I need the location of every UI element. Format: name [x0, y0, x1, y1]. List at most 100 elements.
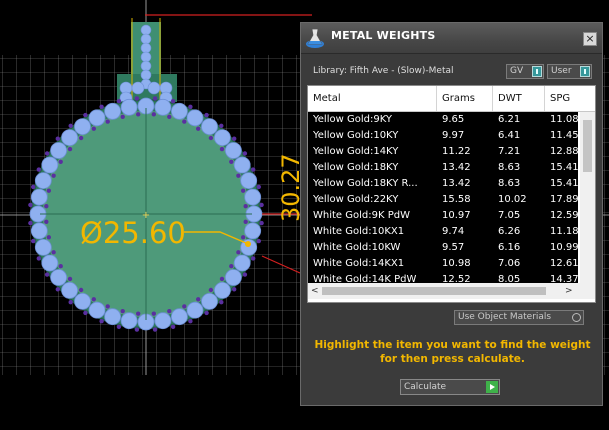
- table-header: Metal Grams DWT SPG: [308, 86, 595, 112]
- prong: [83, 112, 88, 118]
- prong: [188, 319, 193, 324]
- prong: [170, 324, 176, 329]
- table-row[interactable]: White Gold:10KX1 9.74 6.26 11.18: [308, 224, 579, 240]
- close-button[interactable]: ×: [583, 32, 597, 46]
- prong: [229, 264, 234, 269]
- prong: [152, 96, 158, 101]
- table-row[interactable]: White Gold:10KW 9.57 6.16 10.99: [308, 240, 579, 256]
- halo-stone: [244, 188, 262, 206]
- prong: [196, 297, 201, 302]
- prong: [188, 104, 193, 110]
- halo-stone: [154, 98, 172, 116]
- calculate-button[interactable]: Calculate: [400, 379, 500, 395]
- table-cell: 6.41: [498, 130, 521, 141]
- prong: [120, 309, 125, 314]
- gv-toggle[interactable]: GV: [506, 64, 544, 79]
- table-row[interactable]: Yellow Gold:18KY R... 13.42 8.63 15.41: [308, 176, 579, 192]
- table-row[interactable]: Yellow Gold:22KY 15.58 10.02 17.89: [308, 192, 579, 208]
- horizontal-scroll-thumb[interactable]: [322, 287, 546, 295]
- halo-stone: [120, 312, 138, 330]
- table-cell: 11.22: [442, 146, 471, 157]
- prong: [99, 104, 104, 110]
- column-header-grams[interactable]: Grams: [437, 86, 493, 111]
- prong: [68, 300, 73, 305]
- prong: [105, 119, 110, 124]
- table-cell: 13.42: [442, 162, 471, 173]
- dialog-title: METAL WEIGHTS: [331, 29, 436, 42]
- prong: [170, 99, 176, 104]
- prong: [44, 204, 49, 209]
- table-cell: Yellow Gold:18KY: [313, 162, 399, 173]
- prong: [241, 235, 246, 240]
- prong: [58, 264, 63, 269]
- prong: [251, 256, 256, 261]
- table-row[interactable]: White Gold:14KX1 10.98 7.06 12.61: [308, 256, 579, 272]
- prong: [219, 123, 224, 128]
- table-cell: 11.08: [550, 114, 579, 125]
- vertical-scrollbar[interactable]: [580, 112, 595, 283]
- table-cell: Yellow Gold:9KY: [313, 114, 392, 125]
- table-cell: 11.18: [550, 226, 579, 237]
- table-cell: 12.88: [550, 146, 579, 157]
- bail-stone: [140, 24, 152, 36]
- column-header-spg[interactable]: SPG: [545, 86, 595, 111]
- prong: [28, 202, 33, 208]
- prong: [51, 250, 56, 255]
- table-cell: 10.99: [550, 242, 579, 253]
- instructions-text: Highlight the item you want to find the …: [314, 339, 591, 365]
- table-row[interactable]: White Gold:9K PdW 10.97 7.05 12.59: [308, 208, 579, 224]
- toggle-switch-icon: [532, 66, 542, 77]
- table-cell: 6.16: [498, 242, 521, 253]
- use-object-materials-label: Use Object Materials: [458, 312, 552, 322]
- metal-weights-dialog: METAL WEIGHTS × Library: Fifth Ave - (Sl…: [300, 22, 603, 406]
- prong: [67, 276, 73, 282]
- use-object-materials-toggle[interactable]: Use Object Materials: [454, 310, 584, 325]
- halo-stone: [170, 308, 188, 326]
- prong: [44, 219, 49, 224]
- table-cell: Yellow Gold:10KY: [313, 130, 399, 141]
- halo-stone: [154, 312, 172, 330]
- halo-stone: [244, 222, 262, 240]
- scroll-left-icon[interactable]: <: [311, 286, 319, 296]
- halo-stone: [88, 109, 106, 127]
- halo-stone: [224, 269, 242, 286]
- scroll-right-icon[interactable]: >: [565, 286, 573, 296]
- vertical-scroll-thumb[interactable]: [583, 120, 592, 172]
- table-row[interactable]: Yellow Gold:10KY 9.97 6.41 11.45: [308, 128, 579, 144]
- prong: [256, 184, 261, 190]
- prong: [151, 112, 156, 117]
- halo-stone: [61, 281, 78, 299]
- bail-stone: [140, 51, 152, 63]
- table-row[interactable]: Yellow Gold:18KY 13.42 8.63 15.41: [308, 160, 579, 176]
- dialog-titlebar[interactable]: METAL WEIGHTS ×: [301, 23, 602, 54]
- play-icon: [486, 381, 498, 393]
- table-cell: 8.63: [498, 162, 521, 173]
- halo-stone: [41, 156, 59, 174]
- column-header-metal[interactable]: Metal: [308, 86, 437, 111]
- table-cell: 9.97: [442, 130, 465, 141]
- prong: [219, 276, 225, 282]
- prong: [232, 136, 237, 141]
- bail-stone: [140, 60, 152, 72]
- halo-stone: [34, 172, 52, 190]
- flask-icon: [306, 28, 324, 48]
- table-row[interactable]: Yellow Gold:14KY 11.22 7.21 12.88: [308, 144, 579, 160]
- prong: [28, 220, 33, 226]
- user-toggle[interactable]: User: [547, 64, 592, 79]
- prong: [236, 250, 241, 255]
- table-cell: 9.65: [442, 114, 465, 125]
- table-row[interactable]: Yellow Gold:9KY 9.65 6.21 11.08: [308, 112, 579, 128]
- halo-stone: [30, 188, 48, 206]
- table-cell: 13.42: [442, 178, 471, 189]
- metal-table[interactable]: Metal Grams DWT SPG Yellow Gold:9KY 9.65 6…: [307, 85, 596, 303]
- halo-stone: [104, 308, 121, 326]
- prong: [219, 146, 225, 152]
- table-cell: 12.61: [550, 258, 579, 269]
- bail-stone: [140, 69, 152, 81]
- horizontal-scrollbar[interactable]: < >: [308, 283, 595, 299]
- prong: [219, 300, 224, 305]
- prong: [31, 238, 36, 244]
- column-header-dwt[interactable]: DWT: [493, 86, 545, 111]
- table-cell: 7.21: [498, 146, 521, 157]
- prong: [78, 287, 84, 293]
